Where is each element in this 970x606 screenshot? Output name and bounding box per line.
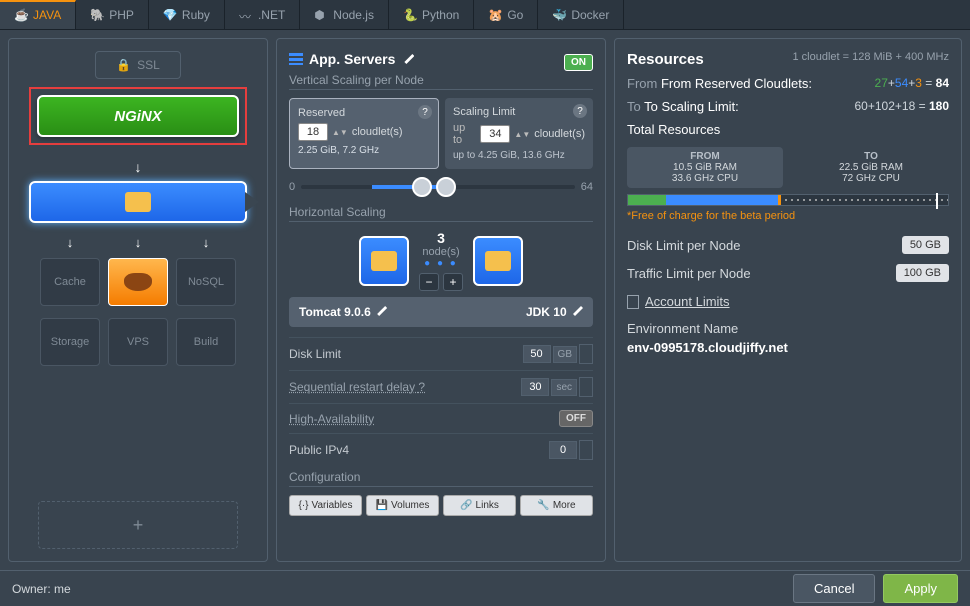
- docker-icon: 🐳: [552, 8, 566, 22]
- more-button[interactable]: 🔧More: [520, 495, 593, 516]
- arrow-down-icon: ↓: [203, 235, 210, 250]
- help-icon[interactable]: ?: [418, 105, 432, 119]
- horizontal-scaling-label: Horizontal Scaling: [289, 205, 593, 222]
- variables-button[interactable]: {·}Variables: [289, 495, 362, 516]
- reserved-box[interactable]: ? Reserved ▲▼cloudlet(s) 2.25 GiB, 7.2 G…: [289, 98, 439, 169]
- topology-column: 🔒SSL NGiNX ↓ ↓ Cache ↓ ↓ NoSQL Storage VPS…: [8, 38, 268, 562]
- link-icon: 🔗: [460, 500, 472, 511]
- to-box: TO22.5 GiB RAM72 GHz CPU: [793, 147, 949, 188]
- env-name-label: Environment Name: [627, 321, 949, 336]
- usage-bar: [627, 194, 949, 206]
- edit-icon[interactable]: [377, 306, 387, 316]
- tomcat-icon: [371, 251, 397, 271]
- document-icon: [627, 295, 639, 309]
- storage-node[interactable]: Storage: [40, 318, 100, 366]
- cancel-button[interactable]: Cancel: [793, 574, 875, 603]
- horiz-node-left[interactable]: [359, 236, 409, 286]
- apply-button[interactable]: Apply: [883, 574, 958, 603]
- lang-tabs: ☕JAVA 🐘PHP 💎Ruby 〰.NET ⬢Node.js 🐍Python …: [0, 0, 970, 30]
- seal-icon: [124, 273, 152, 291]
- add-node-button[interactable]: +: [38, 501, 238, 549]
- tab-php[interactable]: 🐘PHP: [76, 0, 149, 29]
- nginx-highlight: NGiNX: [29, 87, 247, 145]
- stack-name[interactable]: Tomcat 9.0.6: [299, 305, 387, 319]
- ha-toggle[interactable]: OFF: [559, 410, 593, 427]
- vertical-scaling-label: Vertical Scaling per Node: [289, 73, 593, 90]
- decrease-nodes-button[interactable]: −: [419, 273, 439, 291]
- help-icon[interactable]: ?: [418, 380, 425, 394]
- from-box: FROM10.5 GiB RAM33.6 GHz CPU: [627, 147, 783, 188]
- slider-thumb-limit[interactable]: [436, 177, 456, 197]
- tab-java[interactable]: ☕JAVA: [0, 0, 76, 29]
- jdk-version[interactable]: JDK 10: [526, 305, 583, 319]
- lock-icon: 🔒: [116, 58, 131, 72]
- owner-label: Owner: me: [12, 582, 71, 596]
- tab-nodejs[interactable]: ⬢Node.js: [300, 0, 389, 29]
- tab-python[interactable]: 🐍Python: [389, 0, 474, 29]
- edit-icon[interactable]: [404, 54, 414, 64]
- sql-node[interactable]: [108, 258, 168, 306]
- java-icon: ☕: [14, 8, 28, 22]
- resources-title: Resources: [627, 51, 704, 68]
- footer: Owner: me Cancel Apply: [0, 570, 970, 606]
- tab-ruby[interactable]: 💎Ruby: [149, 0, 225, 29]
- traffic-limit-badge: 100 GB: [896, 264, 949, 282]
- disk-limit-spinner[interactable]: 50GB: [523, 344, 593, 364]
- disk-icon: 💾: [376, 500, 388, 511]
- stack-row: Tomcat 9.0.6 JDK 10: [289, 297, 593, 327]
- free-note: *Free of charge for the beta period: [627, 210, 949, 222]
- disk-limit-badge: 50 GB: [902, 236, 949, 254]
- cloudlet-note: 1 cloudlet = 128 MiB + 400 MHz: [792, 51, 949, 63]
- slider-thumb-reserved[interactable]: [412, 177, 432, 197]
- go-icon: 🐹: [488, 8, 502, 22]
- tab-go[interactable]: 🐹Go: [474, 0, 538, 29]
- vps-node[interactable]: VPS: [108, 318, 168, 366]
- config-column: App. Servers ON Vertical Scaling per Nod…: [276, 38, 606, 562]
- tab-docker[interactable]: 🐳Docker: [538, 0, 624, 29]
- env-name-value: env-0995178.cloudjiffy.net: [627, 340, 949, 355]
- restart-delay-label[interactable]: Sequential restart delay ?: [289, 380, 425, 394]
- total-resources-label: Total Resources: [627, 122, 949, 137]
- links-button[interactable]: 🔗Links: [443, 495, 516, 516]
- increase-nodes-button[interactable]: +: [443, 273, 463, 291]
- limit-input[interactable]: [480, 125, 510, 143]
- arrow-down-icon: ↓: [135, 159, 142, 175]
- nginx-node[interactable]: NGiNX: [37, 95, 239, 137]
- nosql-node[interactable]: NoSQL: [176, 258, 236, 306]
- cache-node[interactable]: Cache: [40, 258, 100, 306]
- arrow-down-icon: ↓: [67, 235, 74, 250]
- tab-net[interactable]: 〰.NET: [225, 0, 300, 29]
- appservers-title: App. Servers: [289, 51, 414, 67]
- scaling-limit-box[interactable]: ? Scaling Limit up to▲▼cloudlet(s) up to…: [445, 98, 593, 169]
- reserved-input[interactable]: [298, 123, 328, 141]
- ha-label[interactable]: High-Availability: [289, 412, 374, 426]
- tomcat-icon: [485, 251, 511, 271]
- node-count: 3: [419, 230, 463, 246]
- ssl-button[interactable]: 🔒SSL: [95, 51, 181, 79]
- scaling-slider[interactable]: 0 64: [289, 181, 593, 193]
- horiz-node-right[interactable]: [473, 236, 523, 286]
- arrow-down-icon: ↓: [135, 235, 142, 250]
- appservers-toggle[interactable]: ON: [564, 54, 593, 71]
- configuration-label: Configuration: [289, 470, 593, 487]
- net-icon: 〰: [239, 8, 253, 22]
- braces-icon: {·}: [299, 500, 309, 511]
- volumes-button[interactable]: 💾Volumes: [366, 495, 439, 516]
- help-icon[interactable]: ?: [573, 104, 587, 118]
- python-icon: 🐍: [403, 8, 417, 22]
- list-icon: [289, 53, 303, 65]
- tomcat-node[interactable]: [29, 181, 247, 223]
- ruby-icon: 💎: [163, 8, 177, 22]
- tomcat-icon: [125, 192, 151, 212]
- resources-column: Resources1 cloudlet = 128 MiB + 400 MHz …: [614, 38, 962, 562]
- edit-icon[interactable]: [573, 306, 583, 316]
- nodejs-icon: ⬢: [314, 8, 328, 22]
- wrench-icon: 🔧: [537, 500, 549, 511]
- ipv4-spinner[interactable]: 0: [549, 440, 593, 460]
- build-node[interactable]: Build: [176, 318, 236, 366]
- php-icon: 🐘: [90, 8, 104, 22]
- account-limits-link[interactable]: Account Limits: [627, 294, 949, 309]
- restart-delay-spinner[interactable]: 30sec: [521, 377, 593, 397]
